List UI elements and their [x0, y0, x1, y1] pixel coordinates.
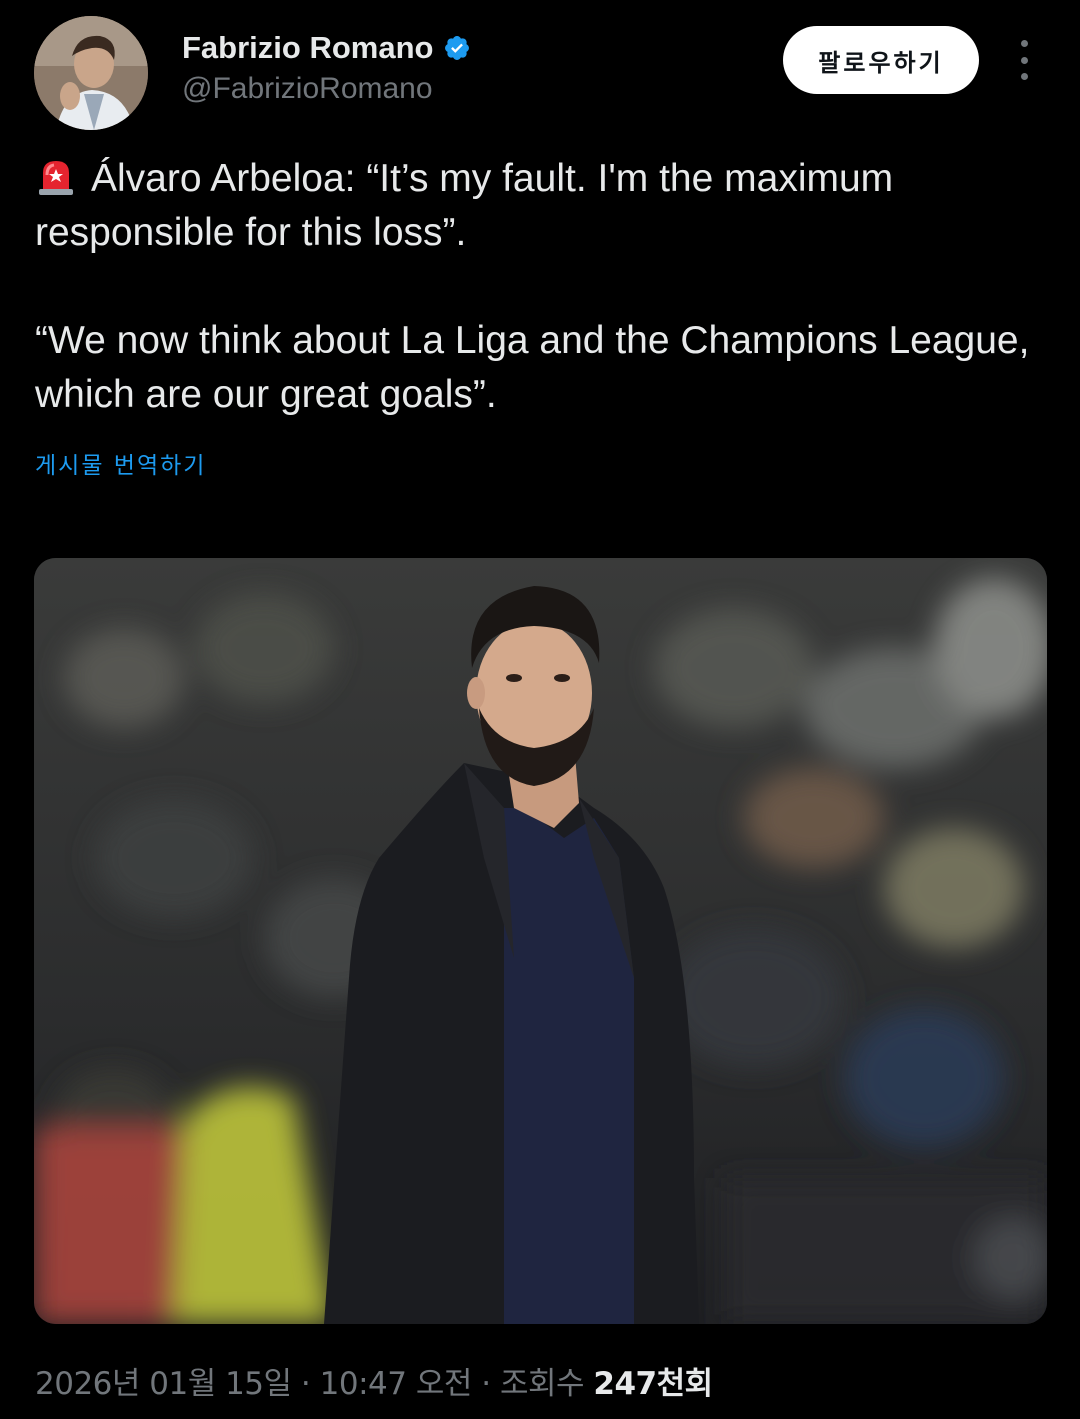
follow-button[interactable]: 팔로우하기 [783, 26, 979, 94]
translate-post-link[interactable]: 게시물 번역하기 [35, 446, 206, 480]
tweet-text: Álvaro Arbeloa: “It’s my fault. I'm the … [35, 152, 1045, 422]
author-handle[interactable]: @FabrizioRomano [182, 72, 471, 106]
tweet-time[interactable]: 10:47 오전 [320, 1366, 473, 1402]
tweet-media-photo[interactable] [34, 558, 1047, 1324]
tweet-paragraph-1-text: Álvaro Arbeloa: “It’s my fault. I'm the … [35, 157, 894, 254]
tweet-paragraph-2: “We now think about La Liga and the Cham… [35, 319, 1030, 416]
author-name[interactable]: Fabrizio Romano [182, 30, 433, 66]
views-label: 조회수 [499, 1366, 585, 1402]
tweet-paragraph-1: Álvaro Arbeloa: “It’s my fault. I'm the … [35, 152, 1045, 260]
author-info: Fabrizio Romano @FabrizioRomano [182, 28, 471, 106]
photo-image [34, 558, 1047, 1324]
avatar-image [34, 16, 148, 130]
meta-separator: · [481, 1366, 491, 1402]
meta-separator: · [300, 1366, 311, 1402]
tweet-meta: 2026년 01월 15일 · 10:47 오전 · 조회수 247천회 [35, 1358, 713, 1403]
verified-badge-icon [445, 36, 470, 60]
views-count: 247천회 [593, 1366, 713, 1402]
siren-icon [39, 161, 73, 195]
more-options-icon[interactable] [1010, 40, 1038, 80]
author-avatar[interactable] [34, 16, 148, 130]
tweet-date[interactable]: 2026년 01월 15일 [35, 1366, 292, 1402]
